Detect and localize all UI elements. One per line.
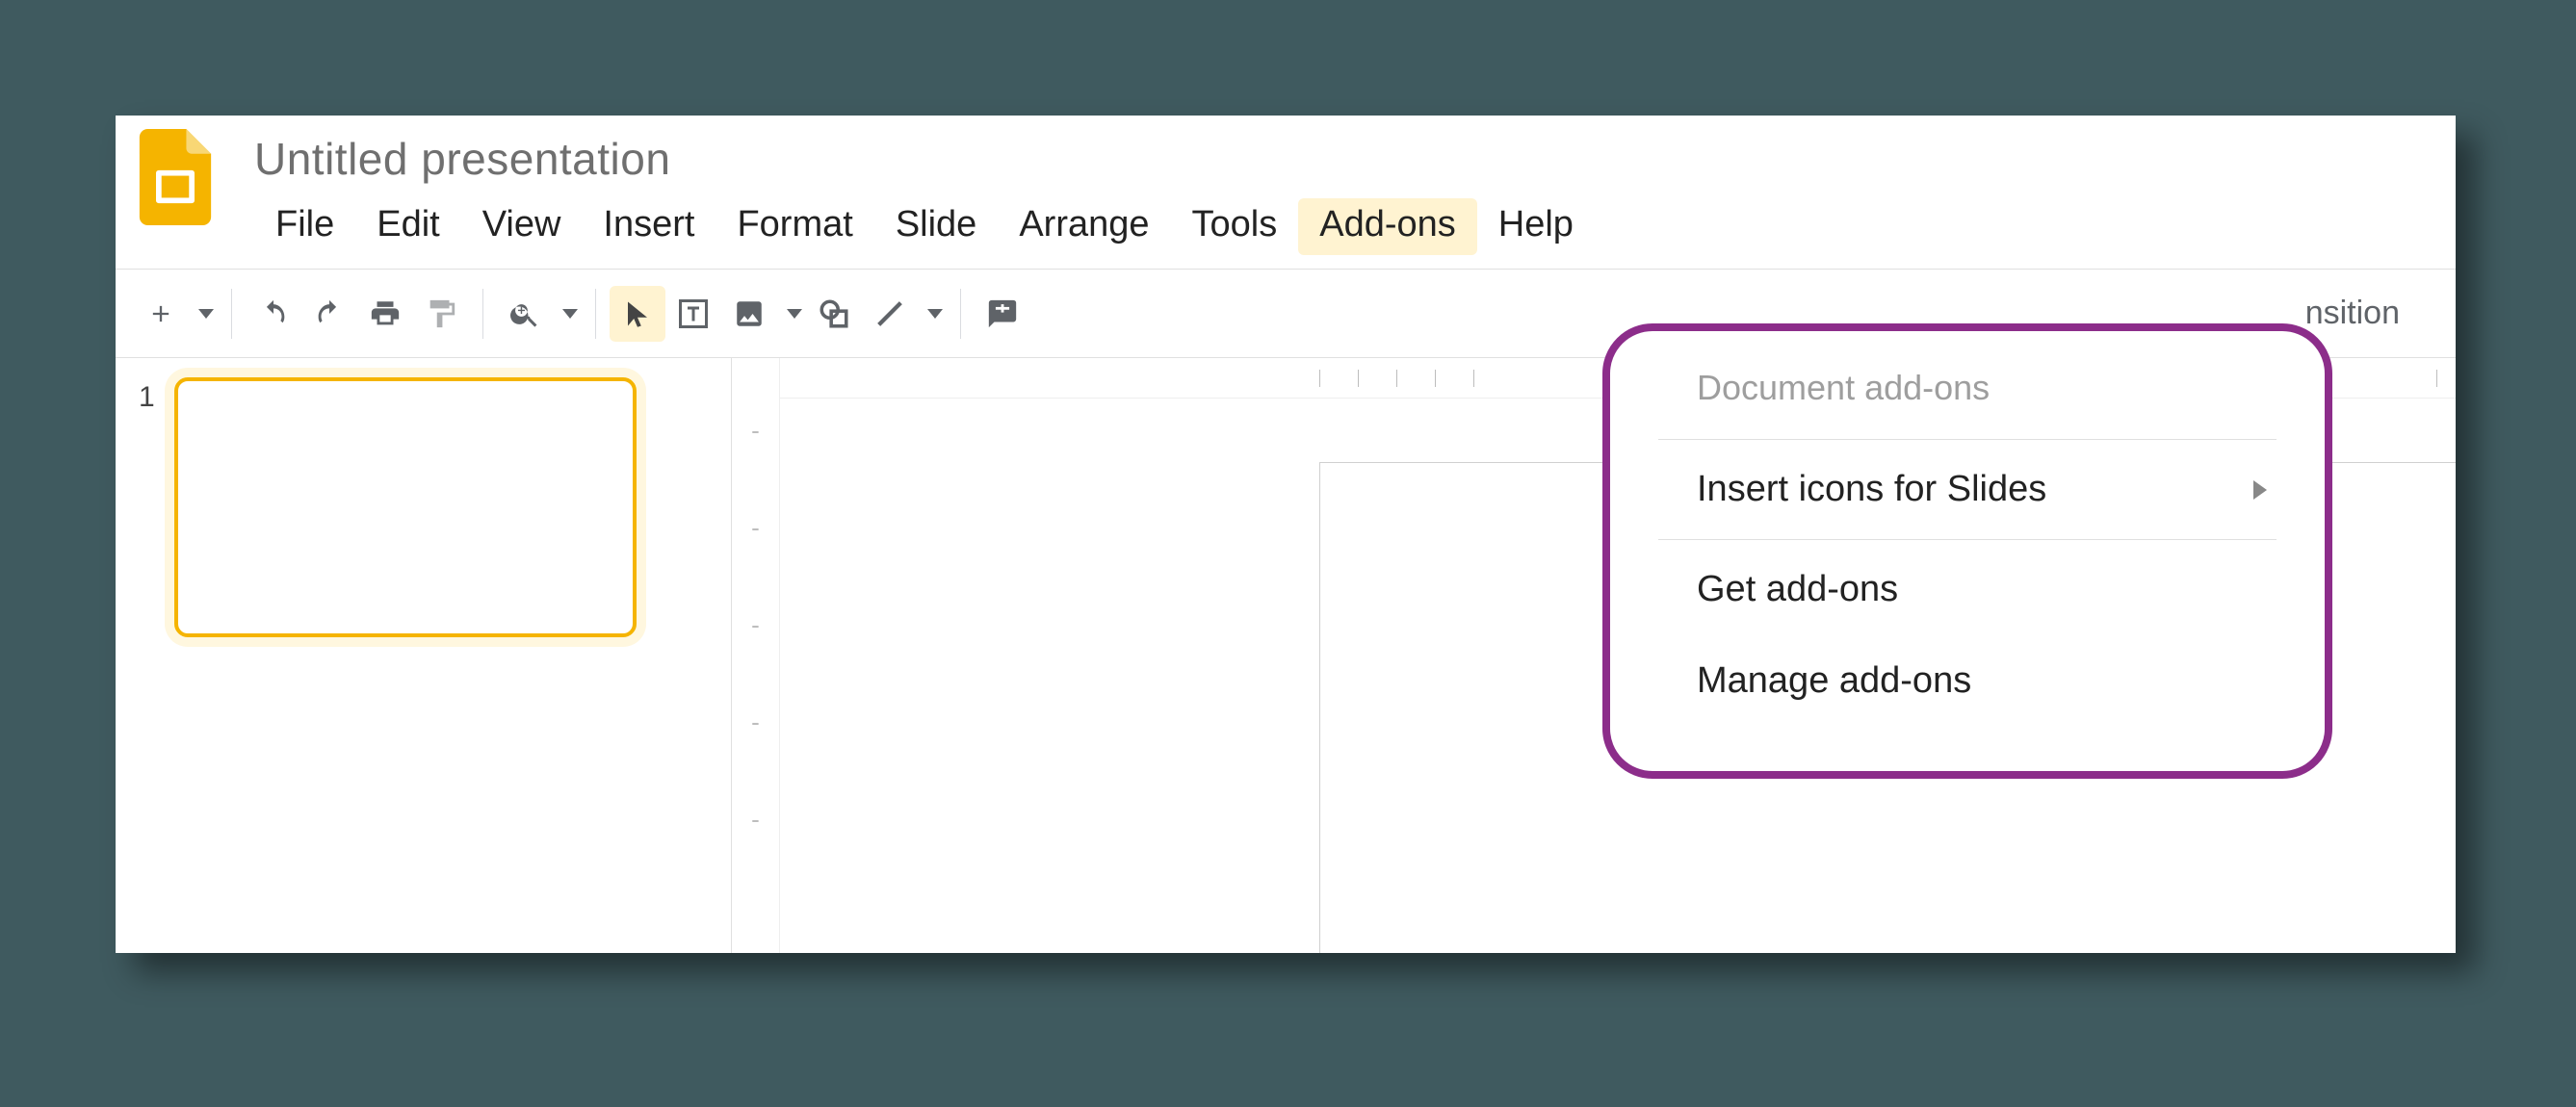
slides-logo-icon — [139, 129, 212, 225]
text-box-button[interactable] — [665, 286, 721, 342]
menu-view[interactable]: View — [461, 198, 583, 255]
menu-tools[interactable]: Tools — [1171, 198, 1299, 255]
menu-edit[interactable]: Edit — [355, 198, 460, 255]
paint-format-button[interactable] — [413, 286, 469, 342]
dropdown-item-manage-addons[interactable]: Manage add-ons — [1610, 635, 2325, 727]
menu-format[interactable]: Format — [716, 198, 873, 255]
new-slide-button[interactable] — [133, 286, 189, 342]
addons-dropdown: Document add-ons Insert icons for Slides… — [1602, 323, 2332, 779]
menu-insert[interactable]: Insert — [582, 198, 716, 255]
menu-bar: File Edit View Insert Format Slide Arran… — [254, 198, 1595, 255]
menu-file[interactable]: File — [254, 198, 355, 255]
redo-button[interactable] — [301, 286, 357, 342]
zoom-dropdown[interactable] — [553, 286, 582, 342]
title-block: Untitled presentation File Edit View Ins… — [254, 129, 1595, 255]
thumbnail-number: 1 — [139, 377, 155, 637]
dropdown-item-label: Manage add-ons — [1697, 660, 1971, 702]
menu-addons[interactable]: Add-ons — [1298, 198, 1477, 255]
print-button[interactable] — [357, 286, 413, 342]
transition-label-fragment[interactable]: nsition — [2305, 295, 2400, 332]
toolbar-right: nsition — [2305, 295, 2438, 332]
submenu-arrow-icon — [2253, 480, 2267, 500]
select-tool-button[interactable] — [610, 286, 665, 342]
menu-arrange[interactable]: Arrange — [998, 198, 1170, 255]
header-bar: Untitled presentation File Edit View Ins… — [116, 116, 2456, 270]
separator — [960, 289, 961, 339]
dropdown-separator — [1658, 539, 2277, 540]
menu-slide[interactable]: Slide — [874, 198, 999, 255]
vertical-ruler: - - - - - — [732, 358, 780, 953]
zoom-button[interactable] — [497, 286, 553, 342]
slide-thumbnail[interactable] — [174, 377, 637, 637]
image-dropdown[interactable] — [777, 286, 806, 342]
dropdown-item-get-addons[interactable]: Get add-ons — [1610, 544, 2325, 635]
new-slide-dropdown[interactable] — [189, 286, 218, 342]
menu-help[interactable]: Help — [1477, 198, 1595, 255]
separator — [231, 289, 232, 339]
separator — [482, 289, 483, 339]
comment-button[interactable] — [975, 286, 1030, 342]
dropdown-section-header: Document add-ons — [1610, 341, 2325, 435]
shape-button[interactable] — [806, 286, 862, 342]
image-button[interactable] — [721, 286, 777, 342]
undo-button[interactable] — [246, 286, 301, 342]
slide-thumbnail-panel: 1 — [116, 358, 732, 953]
separator — [595, 289, 596, 339]
dropdown-item-insert-icons[interactable]: Insert icons for Slides — [1610, 444, 2325, 535]
dropdown-separator — [1658, 439, 2277, 440]
line-button[interactable] — [862, 286, 918, 342]
google-slides-window: Untitled presentation File Edit View Ins… — [116, 116, 2456, 953]
dropdown-item-label: Get add-ons — [1697, 569, 1898, 610]
document-title[interactable]: Untitled presentation — [254, 133, 1595, 185]
line-dropdown[interactable] — [918, 286, 947, 342]
thumbnail-row: 1 — [139, 377, 708, 637]
dropdown-item-label: Insert icons for Slides — [1697, 469, 2046, 510]
